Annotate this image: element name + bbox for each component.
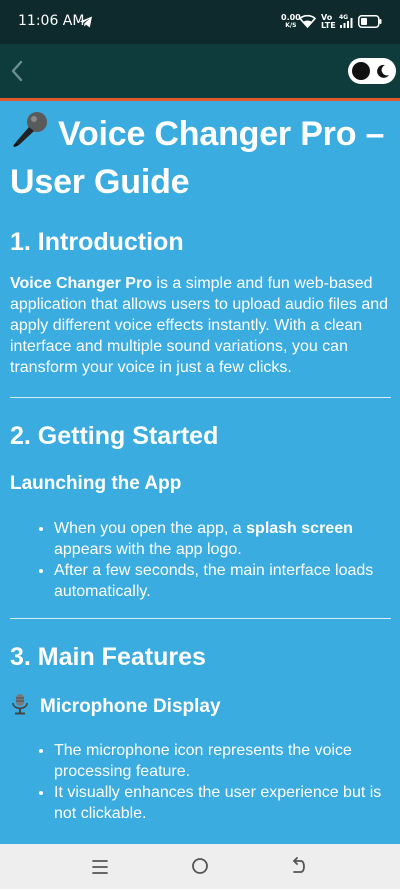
signal-icon: 4G (339, 14, 353, 28)
microphone-icon (13, 112, 47, 147)
status-bar: 11:06 AM 0.00 K/S Vo LTE 4G (0, 0, 400, 44)
list-item-text: When you open the app, a (54, 520, 247, 537)
list-item: It visually enhances the user experience… (54, 782, 391, 824)
section-heading-introduction: 1. Introduction (10, 228, 184, 256)
back-icon[interactable] (289, 857, 309, 877)
section-heading-main-features: 3. Main Features (10, 643, 206, 671)
subheading-launching-app: Launching the App (10, 473, 182, 494)
introduction-paragraph: Voice Changer Pro is a simple and fun we… (10, 273, 391, 378)
app-bar (0, 44, 400, 101)
list-item: After a few seconds, the main interface … (54, 560, 391, 602)
volte-indicator: Vo LTE (321, 14, 336, 30)
subheading-microphone-display-text: Microphone Display (40, 696, 221, 717)
wifi-icon (299, 14, 316, 28)
app-name-bold: Voice Changer Pro (10, 275, 152, 292)
launching-app-list: When you open the app, a splash screen a… (10, 518, 391, 602)
network-speed-value: 0.00 (281, 13, 301, 22)
volte-bottom: LTE (321, 21, 336, 30)
theme-toggle[interactable] (348, 58, 396, 84)
studio-microphone-icon (12, 694, 28, 715)
section-heading-getting-started: 2. Getting Started (10, 422, 219, 450)
list-item: The microphone icon represents the voice… (54, 740, 391, 782)
subheading-microphone-display: Microphone Display (10, 693, 391, 719)
guide-content[interactable]: Voice Changer Pro – User Guide 1. Introd… (0, 101, 400, 844)
menu-icon[interactable] (90, 858, 110, 876)
page-title-text: Voice Changer Pro – User Guide (10, 115, 385, 201)
list-item: When you open the app, a splash screen a… (54, 518, 391, 560)
page-title: Voice Changer Pro – User Guide (10, 109, 391, 206)
theme-toggle-knob (352, 62, 370, 80)
list-item-text: appears with the app logo. (54, 541, 242, 558)
network-speed: 0.00 K/S (281, 14, 301, 30)
navigation-bar (0, 844, 400, 889)
home-icon[interactable] (190, 856, 210, 876)
network-speed-unit: K/S (285, 22, 297, 29)
moon-icon (377, 64, 389, 78)
status-time: 11:06 AM (18, 13, 85, 29)
splash-screen-bold: splash screen (246, 520, 353, 537)
section-divider (10, 618, 391, 619)
telegram-icon (80, 16, 92, 28)
microphone-display-list: The microphone icon represents the voice… (10, 740, 391, 824)
section-divider (10, 397, 391, 398)
chevron-left-icon[interactable] (8, 58, 26, 84)
svg-text:4G: 4G (339, 14, 348, 21)
battery-icon (358, 15, 382, 28)
